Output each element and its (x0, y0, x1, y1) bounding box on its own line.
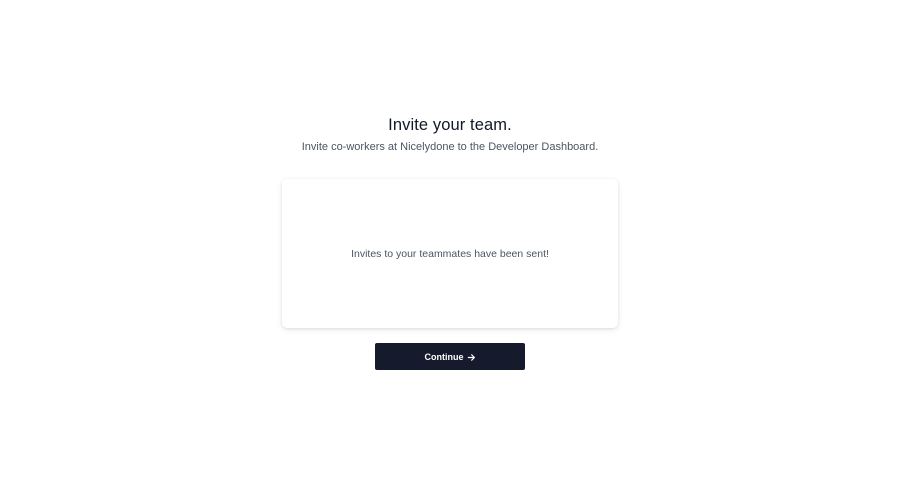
page-title: Invite your team. (388, 116, 512, 134)
page-subtitle: Invite co-workers at Nicelydone to the D… (301, 141, 599, 153)
invite-team-page: Invite your team. Invite co-workers at N… (0, 0, 900, 484)
continue-button[interactable]: Continue (375, 343, 525, 370)
continue-button-label: Continue (424, 351, 464, 362)
arrow-right-icon (467, 353, 476, 362)
invite-status-card: Invites to your teammates have been sent… (282, 179, 618, 328)
invites-sent-message: Invites to your teammates have been sent… (351, 248, 549, 260)
